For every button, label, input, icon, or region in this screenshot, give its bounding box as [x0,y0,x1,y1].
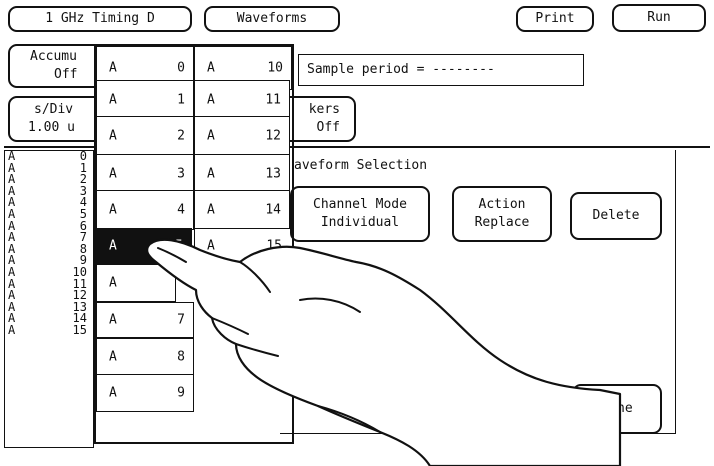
accumulate-label: Accumu [30,49,77,64]
run-label: Run [647,10,671,25]
accumulate-value: Off [54,67,78,82]
module-select-button[interactable]: 1 GHz Timing D [8,6,192,32]
markers-value: Off [316,120,340,135]
waveforms-menu-button[interactable]: Waveforms [204,6,340,32]
run-button[interactable]: Run [612,4,706,32]
channel-cell-a14[interactable]: A 14 [194,190,290,230]
waveform-selection-title: aveform Selection [294,158,428,173]
delete-button[interactable]: Delete [570,192,662,240]
done-label: Done [601,401,633,416]
channel-cell-a3[interactable]: A3 [96,154,194,194]
menu-label: Waveforms [236,11,308,26]
channel-cell-a13[interactable]: A 13 [194,154,290,194]
markers-label: kers [308,102,340,117]
channel-cell-a8[interactable]: A8 [96,338,194,376]
channel-cell-a5-selected[interactable]: A5 [96,228,192,264]
print-label: Print [535,11,575,26]
channel-cell-a11[interactable]: A 11 [194,80,290,120]
sdiv-label: s/Div [34,102,74,117]
channel-mode-value: Individual [320,215,400,230]
waveform-list: A0 A1 A2 A3 A4 A5 A6 A7 A8 A9 A 10 A 11 A1… [4,150,94,448]
sample-period-field: Sample period = -------- [298,54,584,86]
channel-cell-a4[interactable]: A4 [96,190,194,230]
channel-cell-a2[interactable]: A2 [96,116,194,156]
channel-cell-a15[interactable]: A 15 [194,228,290,264]
sample-period-text: Sample period = -------- [307,62,495,77]
channel-cell-a12[interactable]: A 12 [194,116,290,156]
list-item[interactable]: A 15 [5,324,93,337]
delete-label: Delete [592,208,640,223]
accumulate-button[interactable]: Accumu Off [8,44,104,88]
logic-analyzer-screen: { "top_bar": { "module_label": "1 GHz Ti… [0,0,714,466]
done-button[interactable]: Done [572,384,662,434]
sdiv-value: 1.00 u [28,120,75,135]
channel-mode-button[interactable]: Channel Mode Individual [290,186,430,242]
sdiv-button[interactable]: s/Div 1.00 u [8,96,104,142]
print-button[interactable]: Print [516,6,594,32]
action-button[interactable]: Action Replace [452,186,552,242]
channel-cell-a7[interactable]: A7 [96,302,194,338]
action-label: Action [478,197,526,212]
channel-mode-label: Channel Mode [313,197,407,212]
module-label: 1 GHz Timing D [45,11,155,26]
channel-cell-a6[interactable]: A [96,264,176,302]
channel-cell-a9[interactable]: A9 [96,374,194,412]
action-value: Replace [474,215,530,230]
channel-cell-a1[interactable]: A1 [96,80,194,120]
